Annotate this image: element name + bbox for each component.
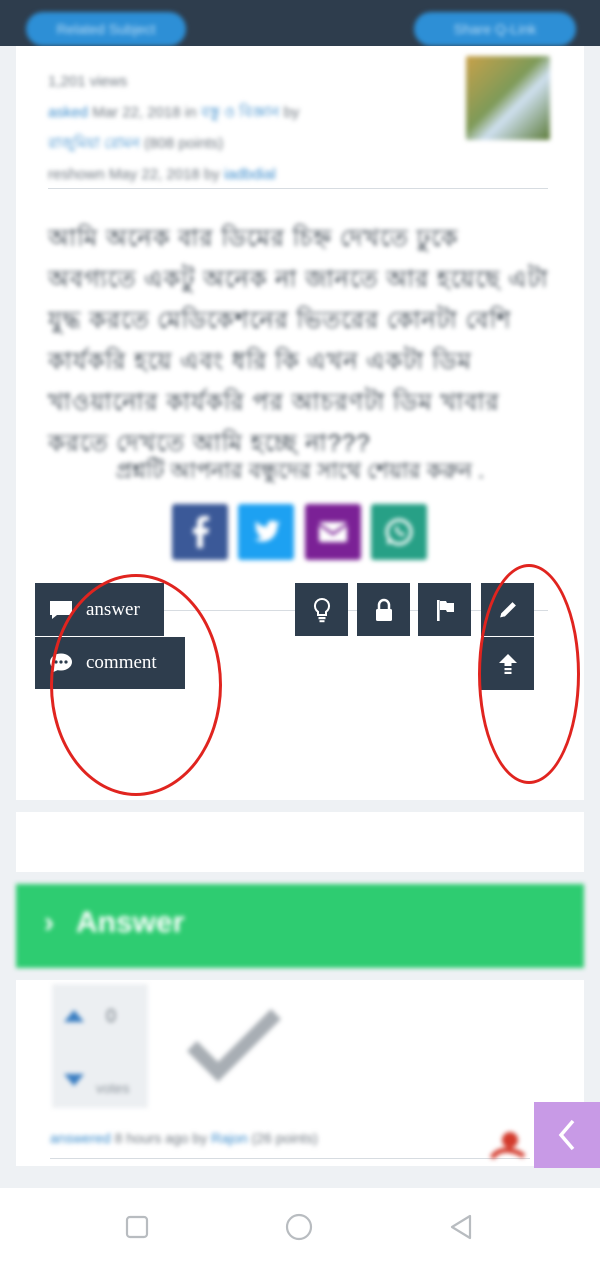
answers-title: Answer xyxy=(76,906,185,939)
answers-header: › Answer xyxy=(16,884,584,968)
divider xyxy=(50,1158,530,1159)
author-link[interactable]: রাজুমিয়া রোমন xyxy=(48,135,140,152)
accept-answer-checkmark-icon[interactable] xyxy=(186,1006,282,1082)
email-icon xyxy=(318,522,348,542)
author-points: (808 points) xyxy=(144,135,224,152)
chevron-right-icon: › xyxy=(44,906,54,939)
annotation-circle-right xyxy=(478,564,580,784)
home-icon[interactable] xyxy=(283,1212,315,1244)
recategorized-text: reshown May 22, 2018 by xyxy=(48,166,220,183)
vote-up-icon[interactable] xyxy=(60,1006,88,1024)
vote-box: 0 votes xyxy=(52,984,148,1108)
answer-meta: answered 8 hours ago by Rajon (26 points… xyxy=(50,1130,530,1146)
flag-icon xyxy=(436,599,454,621)
email-share-button[interactable] xyxy=(305,504,361,560)
whatsapp-icon xyxy=(385,518,413,546)
vote-down-icon[interactable] xyxy=(60,1072,88,1090)
by-label: by xyxy=(283,104,300,121)
system-navigation-bar xyxy=(0,1188,600,1266)
answered-time: 8 hours ago by xyxy=(114,1130,208,1146)
share-prompt: প্রশ্নটি আপনার বন্ধুদের সাথে শেয়ার করুন… xyxy=(115,458,485,483)
lock-button[interactable] xyxy=(357,583,410,636)
votes-label: votes xyxy=(96,1080,130,1096)
lightbulb-icon xyxy=(313,597,330,622)
share-link-button[interactable]: Share Q-Link xyxy=(414,12,576,46)
idea-button[interactable] xyxy=(295,583,348,636)
question-meta: 1,201 views asked Mar 22, 2018 in বস্তু … xyxy=(48,66,518,190)
facebook-share-button[interactable] xyxy=(172,504,228,560)
back-icon[interactable] xyxy=(446,1212,476,1242)
flag-button[interactable] xyxy=(418,583,471,636)
mascot-icon xyxy=(489,1132,526,1160)
category-link[interactable]: বস্তু ও বিজ্ঞান xyxy=(201,104,280,121)
lock-icon xyxy=(375,598,392,621)
question-body: আমি অনেক বার ডিমের চিহ্ন দেখতে ঢুকে অবগ্… xyxy=(48,225,549,457)
twitter-share-button[interactable] xyxy=(238,504,294,560)
view-count: 1,201 views xyxy=(48,73,128,90)
answerer-points: (26 points) xyxy=(251,1130,318,1146)
chevron-left-icon xyxy=(558,1119,575,1151)
spacer-card xyxy=(16,812,584,872)
twitter-icon xyxy=(254,520,280,542)
recategorized-by-link[interactable]: iadbdial xyxy=(224,166,276,183)
answered-link[interactable]: answered xyxy=(50,1130,111,1146)
divider xyxy=(48,188,548,189)
annotation-circle-left xyxy=(50,574,222,796)
vote-count: 0 xyxy=(106,1006,117,1026)
recent-apps-icon[interactable] xyxy=(122,1212,152,1242)
side-drawer-tab[interactable] xyxy=(534,1102,600,1168)
top-bar: Related Subject Share Q-Link xyxy=(0,0,600,46)
author-avatar[interactable] xyxy=(466,56,550,140)
asked-date: Mar 22, 2018 in xyxy=(92,104,197,121)
asked-link[interactable]: asked xyxy=(48,104,88,121)
whatsapp-share-button[interactable] xyxy=(371,504,427,560)
facebook-icon xyxy=(193,516,209,548)
related-subject-button[interactable]: Related Subject xyxy=(26,12,186,46)
answerer-link[interactable]: Rajon xyxy=(211,1130,248,1146)
